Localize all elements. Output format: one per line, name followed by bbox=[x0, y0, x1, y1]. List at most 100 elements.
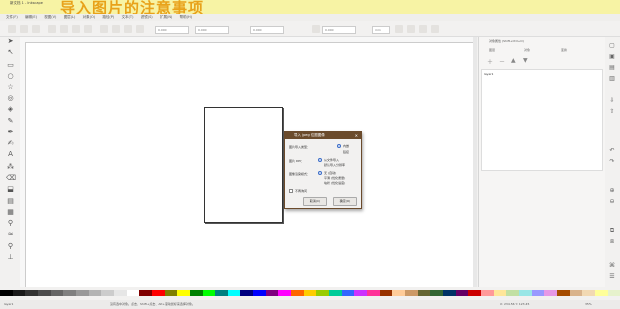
palette-swatch[interactable] bbox=[582, 290, 595, 296]
raise-top-icon[interactable] bbox=[100, 25, 108, 33]
palette-swatch[interactable] bbox=[569, 290, 583, 296]
rect-tool-icon[interactable]: ▭ bbox=[6, 61, 15, 70]
selector-tool-icon[interactable]: ➤ bbox=[6, 37, 15, 46]
unit-select[interactable]: mm bbox=[372, 26, 390, 34]
palette-swatch[interactable] bbox=[126, 290, 140, 296]
node-tool-icon[interactable]: ↖ bbox=[6, 48, 15, 57]
zoom-tool-icon[interactable]: ⚲ bbox=[6, 242, 15, 251]
import-icon[interactable]: ⇩ bbox=[608, 97, 616, 105]
palette-swatch[interactable] bbox=[480, 290, 494, 296]
ok-button[interactable]: 确定(O) bbox=[333, 197, 357, 206]
tab-objects[interactable]: 对象 bbox=[516, 47, 530, 54]
menu-edit[interactable]: 编辑(E) bbox=[25, 14, 37, 21]
palette-swatch[interactable] bbox=[177, 290, 190, 296]
palette-swatch[interactable] bbox=[101, 290, 114, 296]
palette-swatch[interactable] bbox=[506, 290, 519, 296]
new-doc-icon[interactable]: ▢ bbox=[608, 42, 616, 50]
height-field[interactable]: 0.000 bbox=[322, 26, 356, 34]
xml-editor-icon[interactable]: ⌘ bbox=[608, 262, 616, 270]
menu-extensions[interactable]: 扩展(N) bbox=[160, 14, 172, 21]
palette-swatch[interactable] bbox=[189, 290, 203, 296]
calligraphy-tool-icon[interactable]: ✍ bbox=[6, 139, 15, 148]
vertical-scrollbar[interactable] bbox=[473, 37, 477, 287]
bucket-tool-icon[interactable]: ⬓ bbox=[6, 185, 15, 194]
move-patterns-icon[interactable] bbox=[431, 25, 439, 33]
menu-view[interactable]: 视图(V) bbox=[44, 14, 56, 21]
measure-tool-icon[interactable]: ⊥ bbox=[6, 253, 15, 262]
layer-indicator[interactable]: layer1 bbox=[4, 300, 13, 309]
menu-layer[interactable]: 图层(L) bbox=[64, 14, 76, 21]
tweak-tool-icon[interactable]: ≈ bbox=[6, 230, 15, 239]
add-layer-icon[interactable]: ＋ bbox=[487, 57, 493, 66]
palette-swatch[interactable] bbox=[12, 290, 26, 296]
menu-path[interactable]: 路径(P) bbox=[102, 14, 114, 21]
dpi-from-file-radio[interactable] bbox=[318, 158, 322, 162]
palette-swatch[interactable] bbox=[265, 290, 279, 296]
raise-icon[interactable] bbox=[112, 25, 120, 33]
flip-v-icon[interactable] bbox=[84, 25, 92, 33]
palette-swatch[interactable] bbox=[75, 290, 89, 296]
palette-swatch[interactable] bbox=[405, 290, 418, 296]
palette-swatch[interactable] bbox=[493, 290, 507, 296]
scale-stroke-icon[interactable] bbox=[395, 25, 403, 33]
palette-swatch[interactable] bbox=[442, 290, 456, 296]
remove-layer-icon[interactable]: － bbox=[499, 57, 505, 66]
palette-swatch[interactable] bbox=[417, 290, 431, 296]
list-item[interactable]: layer1 bbox=[482, 70, 602, 78]
palette-swatch[interactable] bbox=[113, 290, 127, 296]
palette-swatch[interactable] bbox=[253, 290, 266, 296]
palette-swatch[interactable] bbox=[164, 290, 178, 296]
spiral-tool-icon[interactable]: ◎ bbox=[6, 94, 15, 103]
palette-swatch[interactable] bbox=[50, 290, 64, 296]
palette-swatch[interactable] bbox=[215, 290, 228, 296]
rotate-ccw-icon[interactable] bbox=[48, 25, 56, 33]
palette-swatch[interactable] bbox=[392, 290, 405, 296]
print-icon[interactable]: ▥ bbox=[608, 75, 616, 83]
gradient-tool-icon[interactable]: ▤ bbox=[6, 197, 15, 206]
palette-swatch[interactable] bbox=[468, 290, 481, 296]
flip-h-icon[interactable] bbox=[72, 25, 80, 33]
open-icon[interactable]: ▣ bbox=[608, 53, 616, 61]
ellipse-tool-icon[interactable]: ○ bbox=[6, 72, 15, 81]
palette-swatch[interactable] bbox=[531, 290, 545, 296]
pencil-tool-icon[interactable]: ✎ bbox=[6, 117, 15, 126]
move-gradients-icon[interactable] bbox=[419, 25, 427, 33]
palette-swatch[interactable] bbox=[594, 290, 608, 296]
zoom-out-icon[interactable]: ⊖ bbox=[608, 198, 616, 206]
lock-icon[interactable] bbox=[312, 25, 320, 33]
palette-swatch[interactable] bbox=[556, 290, 570, 296]
ungroup-icon[interactable]: ⧈ bbox=[608, 238, 616, 246]
lower-icon[interactable] bbox=[124, 25, 132, 33]
palette-swatch[interactable] bbox=[455, 290, 469, 296]
mesh-tool-icon[interactable]: ▦ bbox=[6, 208, 15, 217]
y-field[interactable]: 0.000 bbox=[195, 26, 229, 34]
group-icon[interactable]: ⧉ bbox=[608, 227, 616, 235]
palette-swatch[interactable] bbox=[37, 290, 51, 296]
zoom-in-icon[interactable]: ⊕ bbox=[608, 187, 616, 195]
palette-swatch[interactable] bbox=[227, 290, 241, 296]
lower-layer-icon[interactable]: ▼ bbox=[523, 57, 528, 64]
layer-list[interactable]: layer1 bbox=[481, 69, 603, 171]
cancel-button[interactable]: 取消(C) bbox=[303, 197, 327, 206]
redo-icon[interactable]: ↷ bbox=[608, 158, 616, 166]
palette-swatch[interactable] bbox=[316, 290, 330, 296]
palette-swatch[interactable] bbox=[518, 290, 532, 296]
menu-help[interactable]: 帮助(H) bbox=[180, 14, 192, 21]
embed-radio[interactable] bbox=[337, 144, 341, 148]
zoom-level[interactable]: 35% bbox=[585, 300, 592, 309]
palette-swatch[interactable] bbox=[354, 290, 368, 296]
select-all-icon[interactable] bbox=[8, 25, 16, 33]
palette-swatch[interactable] bbox=[278, 290, 292, 296]
raise-layer-icon[interactable]: ▲ bbox=[511, 57, 516, 64]
palette-swatch[interactable] bbox=[25, 290, 38, 296]
width-field[interactable]: 0.000 bbox=[250, 26, 284, 34]
palette-swatch[interactable] bbox=[151, 290, 165, 296]
dropper-tool-icon[interactable]: ⚲ bbox=[6, 219, 15, 228]
scale-corners-icon[interactable] bbox=[407, 25, 415, 33]
text-tool-icon[interactable]: A bbox=[6, 150, 15, 159]
palette-swatch[interactable] bbox=[430, 290, 443, 296]
select-all-layers-icon[interactable] bbox=[20, 25, 28, 33]
palette-swatch[interactable] bbox=[607, 290, 620, 296]
star-tool-icon[interactable]: ☆ bbox=[6, 83, 15, 92]
tab-layers[interactable]: 图层 bbox=[481, 47, 495, 54]
